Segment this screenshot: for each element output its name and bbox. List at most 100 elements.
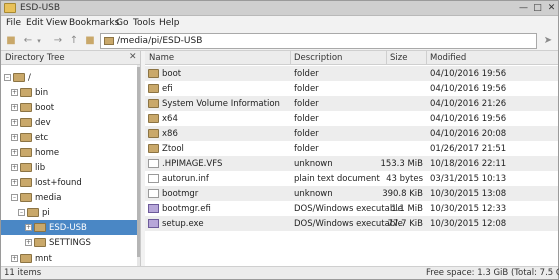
- file-row-system-volume-information[interactable]: System Volume Information folder 04/10/2…: [145, 96, 558, 111]
- column-size-header[interactable]: Size: [390, 53, 407, 63]
- go-icon[interactable]: ➤: [541, 34, 555, 48]
- menu-file[interactable]: File: [6, 18, 21, 28]
- file-row-bootmgr[interactable]: bootmgr unknown 390.8 KiB 10/30/2015 13:…: [145, 186, 558, 201]
- tree-item-home[interactable]: + home: [1, 145, 137, 160]
- column-divider[interactable]: [426, 51, 427, 65]
- close-pane-icon[interactable]: ✕: [129, 52, 137, 62]
- file-name: Ztool: [162, 144, 184, 154]
- menu-tools[interactable]: Tools: [133, 18, 155, 28]
- tree-item-label: home: [35, 148, 60, 158]
- tree-item-lib[interactable]: + lib: [1, 160, 137, 175]
- column-name-header[interactable]: Name: [149, 53, 174, 63]
- home-folder-icon[interactable]: ■: [83, 34, 97, 48]
- column-description-header[interactable]: Description: [294, 53, 342, 63]
- menu-help[interactable]: Help: [159, 18, 180, 28]
- tree-item-boot[interactable]: + boot: [1, 100, 137, 115]
- expand-icon[interactable]: +: [25, 224, 32, 231]
- file-name: x86: [162, 129, 178, 139]
- tree-item-media[interactable]: – media: [1, 190, 137, 205]
- tree-item-root[interactable]: – /: [1, 70, 137, 85]
- expand-icon[interactable]: +: [25, 239, 32, 246]
- folder-icon: [34, 238, 46, 247]
- maximize-button[interactable]: □: [531, 2, 544, 15]
- tree-item-esd-usb[interactable]: + ESD-USB: [1, 220, 137, 235]
- file-size: 390.8 KiB: [382, 189, 423, 199]
- folder-icon: [27, 208, 39, 217]
- menu-go[interactable]: Go: [116, 18, 128, 28]
- tree-item-dev[interactable]: + dev: [1, 115, 137, 130]
- file-modified: 04/10/2016 19:56: [430, 84, 507, 94]
- column-divider[interactable]: [290, 51, 291, 65]
- collapse-icon[interactable]: –: [11, 194, 18, 201]
- file-name: setup.exe: [162, 219, 204, 229]
- file-modified: 10/30/2015 12:08: [430, 219, 507, 229]
- tree-item-pi[interactable]: – pi: [1, 205, 137, 220]
- location-bar[interactable]: /media/pi/ESD-USB: [100, 33, 537, 49]
- file-icon: [148, 189, 159, 198]
- file-row-x86[interactable]: x86 folder 04/10/2016 20:08: [145, 126, 558, 141]
- file-row-bootmgr-efi[interactable]: bootmgr.efi DOS/Windows executable 1.1 M…: [145, 201, 558, 216]
- file-size: 43 bytes: [386, 174, 423, 184]
- expand-icon[interactable]: +: [11, 164, 18, 171]
- tree-item-label: bin: [35, 88, 49, 98]
- tree-scrollbar-thumb[interactable]: [137, 67, 140, 257]
- tree-item-label: ESD-USB: [49, 223, 87, 233]
- file-description: folder: [294, 99, 319, 109]
- new-folder-icon[interactable]: ■: [4, 34, 18, 48]
- tree-item-etc[interactable]: + etc: [1, 130, 137, 145]
- file-row-x64[interactable]: x64 folder 04/10/2016 19:56: [145, 111, 558, 126]
- folder-icon: [148, 114, 159, 123]
- file-modified: 01/26/2017 21:51: [430, 144, 507, 154]
- back-history-icon[interactable]: ▾: [35, 34, 43, 48]
- file-name: autorun.inf: [162, 174, 209, 184]
- tree-item-lost-found[interactable]: + lost+found: [1, 175, 137, 190]
- up-icon[interactable]: ↑: [67, 34, 81, 48]
- tree-scrollbar[interactable]: [137, 65, 140, 266]
- minimize-button[interactable]: —: [517, 2, 530, 15]
- menu-edit[interactable]: Edit: [26, 18, 43, 28]
- expand-icon[interactable]: +: [11, 104, 18, 111]
- folder-icon: [148, 99, 159, 108]
- file-row-setup-exe[interactable]: setup.exe DOS/Windows executable 77.7 Ki…: [145, 216, 558, 231]
- tree-item-settings[interactable]: + SETTINGS: [1, 235, 137, 250]
- expand-icon[interactable]: +: [11, 179, 18, 186]
- menu-bookmarks[interactable]: Bookmarks: [69, 18, 119, 28]
- menu-bar: File Edit View Bookmarks Go Tools Help: [1, 16, 558, 31]
- file-row-hpimage-vfs[interactable]: .HPIMAGE.VFS unknown 153.3 MiB 10/18/201…: [145, 156, 558, 171]
- column-divider[interactable]: [386, 51, 387, 65]
- file-modified: 10/30/2015 13:08: [430, 189, 507, 199]
- file-row-boot[interactable]: boot folder 04/10/2016 19:56: [145, 66, 558, 81]
- file-row-ztool[interactable]: Ztool folder 01/26/2017 21:51: [145, 141, 558, 156]
- menu-view[interactable]: View: [46, 18, 67, 28]
- status-bar: 11 items Free space: 1.3 GiB (Total: 7.5…: [1, 266, 559, 279]
- free-space: Free space: 1.3 GiB (Total: 7.5 GiB): [426, 268, 559, 278]
- expand-icon[interactable]: +: [11, 134, 18, 141]
- file-name: System Volume Information: [162, 99, 280, 109]
- file-row-efi[interactable]: efi folder 04/10/2016 19:56: [145, 81, 558, 96]
- tree-item-label: /: [28, 73, 31, 83]
- tree-item-bin[interactable]: + bin: [1, 85, 137, 100]
- location-path[interactable]: /media/pi/ESD-USB: [117, 36, 202, 46]
- column-modified-header[interactable]: Modified: [430, 53, 466, 63]
- forward-icon[interactable]: →: [51, 34, 65, 48]
- tree-item-mnt[interactable]: + mnt: [1, 251, 137, 266]
- file-name: efi: [162, 84, 173, 94]
- folder-icon: [20, 103, 32, 112]
- title-bar: ESD-USB — □ ✕: [1, 1, 558, 16]
- collapse-icon[interactable]: –: [18, 209, 25, 216]
- file-description: folder: [294, 114, 319, 124]
- expand-icon[interactable]: +: [11, 119, 18, 126]
- expand-icon[interactable]: +: [11, 89, 18, 96]
- expand-icon[interactable]: +: [11, 255, 18, 262]
- tree-item-label: lost+found: [35, 178, 82, 188]
- collapse-icon[interactable]: –: [4, 74, 11, 81]
- file-list-header: Name Description Size Modified: [145, 51, 558, 65]
- directory-tree-pane: Directory Tree ✕ – / + bin + boot + dev …: [1, 51, 141, 266]
- folder-icon: [13, 73, 25, 82]
- file-row-autorun-inf[interactable]: autorun.inf plain text document 43 bytes…: [145, 171, 558, 186]
- file-modified: 10/18/2016 22:11: [430, 159, 507, 169]
- expand-icon[interactable]: +: [11, 149, 18, 156]
- back-icon[interactable]: ←: [21, 34, 35, 48]
- close-button[interactable]: ✕: [545, 2, 558, 15]
- file-modified: 10/30/2015 12:33: [430, 204, 507, 214]
